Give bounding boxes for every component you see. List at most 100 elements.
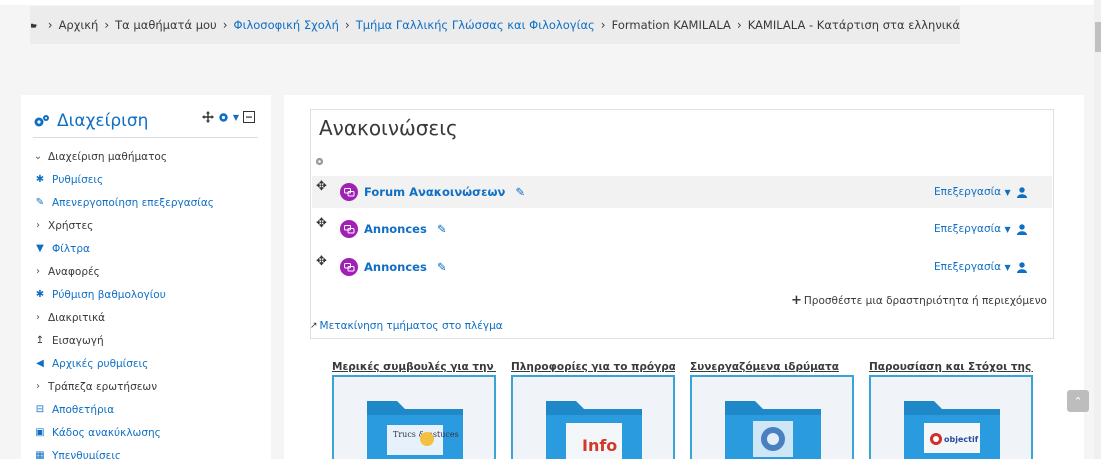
breadcrumb-separator: ›	[344, 18, 350, 32]
tile-title[interactable]: Συνεργαζόμενα ιδρύματα	[690, 361, 854, 375]
move-icon[interactable]: ✥	[316, 179, 327, 194]
tile[interactable]: Συνεργαζόμενα ιδρύματα	[690, 361, 854, 459]
admin-item-label: Αναφορές	[48, 265, 100, 278]
admin-item-label: Αρχικές ρυθμίσεις	[52, 357, 149, 370]
chevron-right-icon: ›	[36, 381, 40, 392]
admin-item-users[interactable]: › Χρήστες	[33, 214, 268, 237]
filter-icon: ▼	[36, 243, 44, 254]
gear-icon: ✱	[35, 174, 45, 185]
admin-item-course-administration[interactable]: ⌄ Διαχείριση μαθήματος	[33, 145, 268, 168]
breadcrumb-department[interactable]: Τμήμα Γαλλικής Γλώσσας και Φιλολογίας	[356, 18, 595, 32]
page-scrollbar-thumb[interactable]	[1095, 22, 1101, 52]
section-title: Ανακοινώσεις	[319, 116, 458, 140]
page-scrollbar[interactable]	[1094, 0, 1101, 459]
admin-item-reminders[interactable]: ▦ Υπενθυμίσεις	[33, 444, 268, 459]
admin-item-settings[interactable]: ✱ Ρυθμίσεις	[33, 168, 268, 191]
section-tiles: Μερικές συμβουλές για την ... Trucs & as…	[332, 361, 1052, 459]
folder-image: objectif	[904, 401, 1000, 459]
admin-item-label: Διαχείριση μαθήματος	[48, 150, 168, 163]
tile[interactable]: Παρουσίαση και Στόχοι της ... objectif	[869, 361, 1033, 459]
admin-item-gradebook-setup[interactable]: ✱ Ρύθμιση βαθμολογίου	[33, 283, 268, 306]
breadcrumb: › Αρχική › Τα μαθήματά μου › Φιλοσοφική …	[30, 6, 960, 44]
tile-title[interactable]: Παρουσίαση και Στόχοι της ...	[869, 361, 1033, 375]
admin-item-reports[interactable]: › Αναφορές	[33, 260, 268, 283]
breadcrumb-course[interactable]: KAMILALA - Κατάρτιση στα ελληνικά	[748, 18, 960, 32]
back-to-top-button[interactable]: ⌃	[1067, 390, 1089, 412]
activity-link[interactable]: Annonces ✎	[364, 222, 446, 236]
tile[interactable]: Μερικές συμβουλές για την ... Trucs & as…	[332, 361, 496, 459]
caret-down-icon: ▼	[1004, 188, 1011, 197]
add-activity-link[interactable]: + Προσθέστε μια δραστηριότητα ή περιεχόμ…	[791, 293, 1047, 308]
pencil-icon[interactable]: ✎	[437, 260, 447, 274]
external-link-icon: ↗	[310, 321, 318, 331]
user-icon[interactable]	[1017, 261, 1027, 273]
folder-icon	[31, 23, 37, 28]
tile-image[interactable]: objectif	[869, 375, 1033, 459]
forum-icon	[340, 183, 358, 201]
pencil-icon[interactable]: ✎	[515, 185, 525, 199]
edit-menu[interactable]: Επεξεργασία ▼	[934, 186, 1011, 198]
activity-row: ✥ Forum Ανακοινώσεων ✎ Επεξεργασία ▼	[312, 176, 1052, 208]
top-strip	[0, 0, 1101, 5]
forum-icon	[340, 258, 358, 276]
gear-icon[interactable]	[218, 112, 229, 123]
admin-item-label: Υπενθυμίσεις	[52, 449, 122, 459]
move-icon[interactable]	[201, 111, 214, 123]
trash-icon: ▣	[35, 427, 45, 438]
edit-menu[interactable]: Επεξεργασία ▼	[934, 223, 1011, 235]
course-content: Ανακοινώσεις ✥ Forum Ανακοινώσεων ✎ Επεξ…	[284, 95, 1084, 459]
collapse-icon[interactable]	[243, 111, 255, 123]
admin-item-filters[interactable]: ▼ Φίλτρα	[33, 237, 268, 260]
pencil-icon: ✎	[35, 197, 45, 208]
tile-image[interactable]: Trucs & astuces	[332, 375, 496, 459]
activity-link[interactable]: Forum Ανακοινώσεων ✎	[364, 185, 525, 199]
tile-image[interactable]: Info	[511, 375, 675, 459]
breadcrumb-home[interactable]: Αρχική	[59, 18, 99, 32]
move-section-link[interactable]: ↗ Μετακίνηση τμήματος στο πλέγμα	[310, 320, 503, 332]
folder-image	[725, 401, 821, 459]
admin-item-repositories[interactable]: ⊟ Αποθετήρια	[33, 398, 268, 421]
pencil-icon[interactable]: ✎	[437, 222, 447, 236]
chevron-right-icon: ›	[36, 312, 40, 323]
tile[interactable]: Πληροφορίες για το πρόγρα... Info	[511, 361, 675, 459]
upload-icon: ↥	[35, 335, 45, 346]
breadcrumb-my-courses[interactable]: Τα μαθήματά μου	[115, 18, 217, 32]
admin-item-label: Ρύθμιση βαθμολογίου	[52, 288, 166, 301]
admin-item-label: Χρήστες	[48, 219, 94, 232]
tile-title[interactable]: Πληροφορίες για το πρόγρα...	[511, 361, 675, 375]
user-icon[interactable]	[1017, 186, 1027, 198]
administration-title[interactable]: Διαχείριση	[57, 111, 148, 131]
forum-icon	[340, 220, 358, 238]
move-icon[interactable]: ✥	[316, 216, 327, 231]
plus-icon: +	[791, 293, 802, 308]
admin-item-reset[interactable]: ◀ Αρχικές ρυθμίσεις	[33, 352, 268, 375]
tile-title[interactable]: Μερικές συμβουλές για την ...	[332, 361, 496, 375]
caret-down-icon: ▼	[1004, 263, 1011, 272]
caret-down-icon: ▼	[1004, 225, 1011, 234]
tile-image-text: objectif	[944, 435, 979, 444]
administration-block: Διαχείριση ▼ ⌄ Διαχείριση μαθήματος ✱ Ρυ…	[21, 95, 271, 459]
tile-image[interactable]	[690, 375, 854, 459]
gears-icon	[34, 115, 49, 127]
breadcrumb-category[interactable]: Formation KAMILALA	[612, 18, 731, 32]
calendar-icon: ▦	[35, 450, 45, 459]
admin-item-question-bank[interactable]: › Τράπεζα ερωτήσεων	[33, 375, 268, 398]
admin-item-turn-editing-off[interactable]: ✎ Απενεργοποίηση επεξεργασίας	[33, 191, 268, 214]
administration-menu: ⌄ Διαχείριση μαθήματος ✱ Ρυθμίσεις ✎ Απε…	[33, 145, 268, 459]
breadcrumb-faculty[interactable]: Φιλοσοφική Σχολή	[234, 18, 339, 32]
admin-item-badges[interactable]: › Διακριτικά	[33, 306, 268, 329]
admin-item-recycle-bin[interactable]: ▣ Κάδος ανακύκλωσης	[33, 421, 268, 444]
breadcrumb-separator: ›	[47, 18, 53, 32]
activity-link[interactable]: Annonces ✎	[364, 260, 446, 274]
block-controls: ▼	[201, 111, 255, 123]
gear-icon[interactable]	[315, 157, 324, 166]
edit-menu[interactable]: Επεξεργασία ▼	[934, 261, 1011, 273]
user-icon[interactable]	[1017, 223, 1027, 235]
admin-item-label: Διακριτικά	[48, 311, 106, 324]
admin-item-import[interactable]: ↥ Εισαγωγή	[33, 329, 268, 352]
chevron-down-icon: ⌄	[33, 151, 43, 162]
move-icon[interactable]: ✥	[316, 254, 327, 269]
admin-item-label: Τράπεζα ερωτήσεων	[48, 380, 158, 393]
archive-icon: ⊟	[35, 404, 45, 415]
caret-down-icon[interactable]: ▼	[233, 113, 239, 122]
